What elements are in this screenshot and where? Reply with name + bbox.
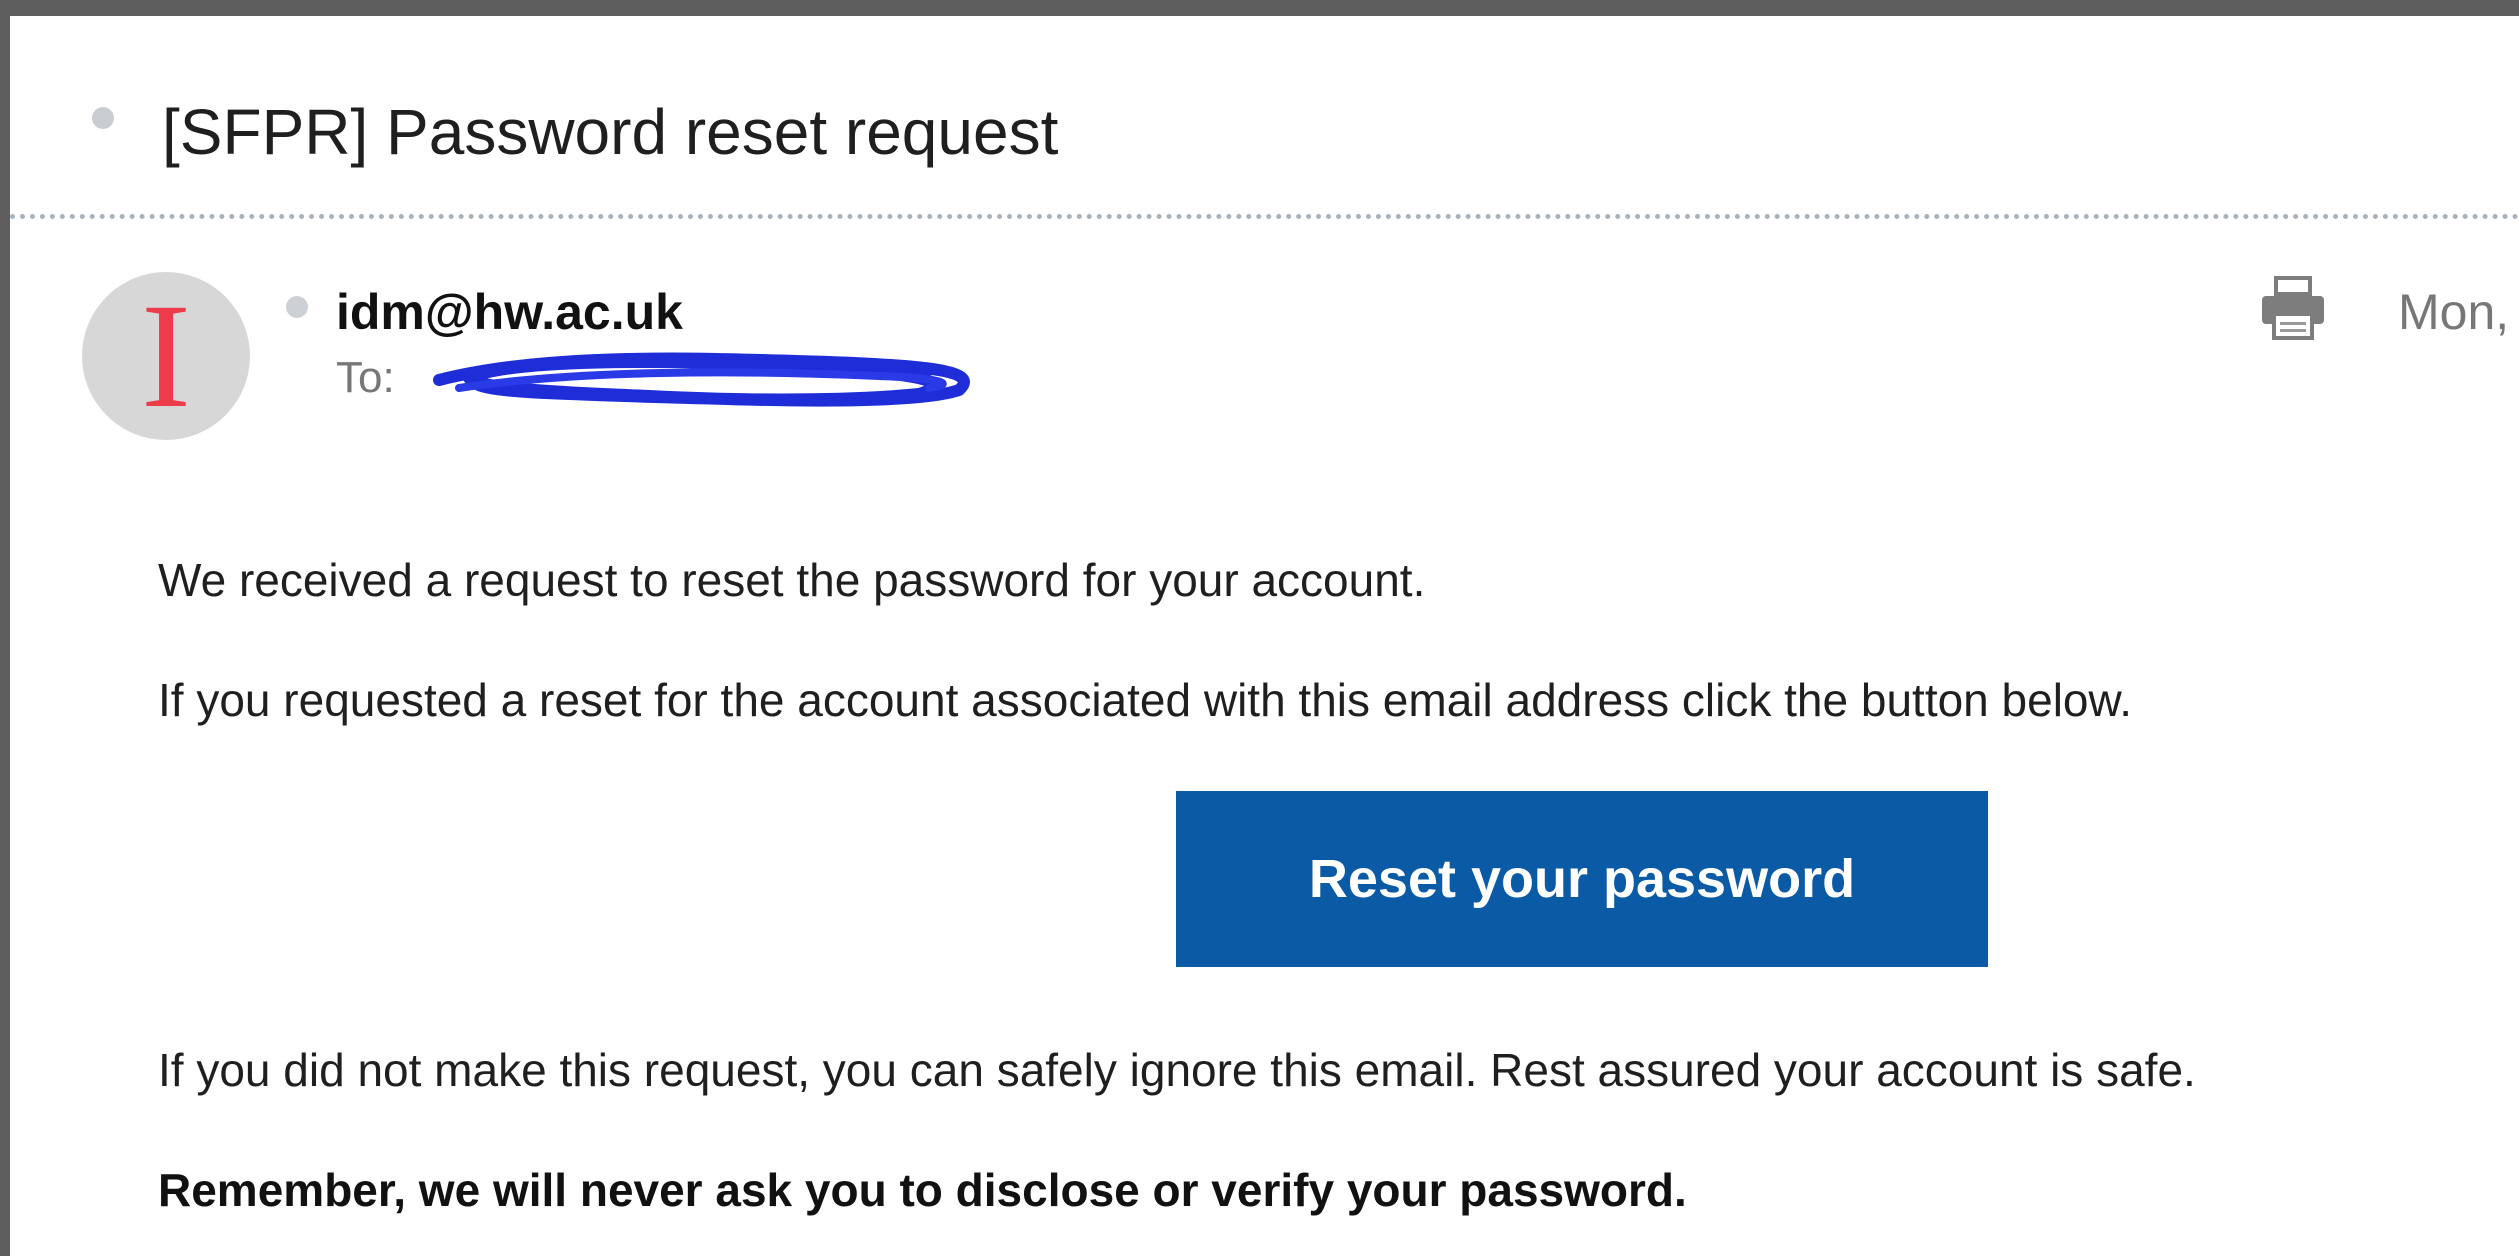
avatar-letter: I [141,273,191,439]
body-line-security-reminder: Remember, we will never ask you to discl… [158,1164,1687,1216]
avatar[interactable]: I [82,272,250,440]
subject-bar: [SFPR] Password reset request [10,16,2519,219]
printer-icon[interactable] [2258,276,2328,342]
email-subject: [SFPR] Password reset request [162,96,1059,168]
unread-dot-icon [92,107,114,129]
reset-password-button[interactable]: Reset your password [1176,791,1988,967]
received-date: Mon, [2398,284,2510,340]
email-window: [SFPR] Password reset request I idm@hw.a… [10,16,2519,1256]
recipient-row: To: [336,348,979,408]
body-line-click-below: If you requested a reset for the account… [158,674,2132,726]
sender-address[interactable]: idm@hw.ac.uk [336,282,683,342]
sender-status-dot-icon [286,296,308,318]
body-line-ignore-email: If you did not make this request, you ca… [158,1044,2196,1096]
redacted-recipient-scribble [433,352,970,407]
to-label: To: [336,353,395,402]
body-line-request-received: We received a request to reset the passw… [158,554,1426,606]
message-header: I idm@hw.ac.uk To: Mon, [10,220,2519,460]
